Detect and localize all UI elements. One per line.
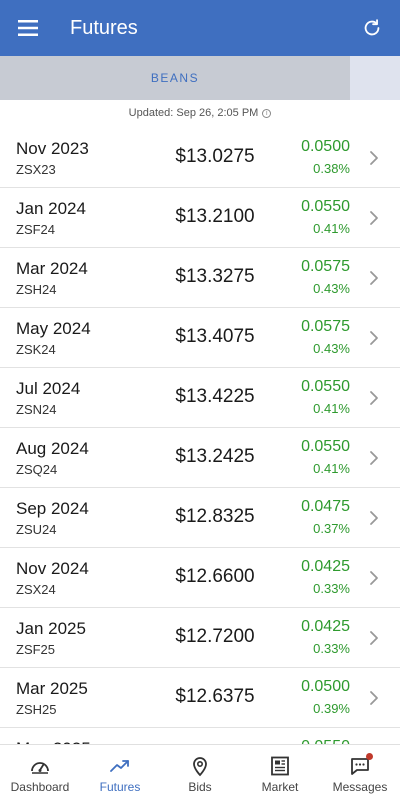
price-change-percent: 0.43% xyxy=(313,281,350,296)
contract-month: Nov 2023 xyxy=(16,139,89,158)
contract-month: Jan 2024 xyxy=(16,199,86,218)
contract-price: $13.4075 xyxy=(175,326,255,347)
price-change: 0.0500 xyxy=(301,138,350,155)
commodity-tab-strip: BEANS xyxy=(0,56,400,100)
contract-month: Sep 2024 xyxy=(16,499,89,518)
chevron-right-icon xyxy=(370,211,378,225)
contract-symbol: ZSQ24 xyxy=(16,462,58,477)
price-change: 0.0550 xyxy=(301,198,350,215)
contract-symbol: ZSX23 xyxy=(16,162,56,177)
nav-futures[interactable]: Futures xyxy=(80,745,160,800)
price-change-percent: 0.41% xyxy=(313,401,350,416)
nav-bids-label: Bids xyxy=(188,780,212,794)
contract-price: $13.2100 xyxy=(175,206,255,227)
futures-row[interactable]: Mar 2025 ZSH25 $12.6375 0.0500 0.39% xyxy=(0,668,400,728)
hamburger-menu-icon[interactable] xyxy=(0,0,56,56)
futures-row[interactable]: Sep 2024 ZSU24 $12.8325 0.0475 0.37% xyxy=(0,488,400,548)
nav-futures-label: Futures xyxy=(99,780,141,794)
contract-month: Jan 2025 xyxy=(16,619,86,638)
page-title: Futures xyxy=(70,16,138,39)
futures-row[interactable]: Jan 2025 ZSF25 $12.7200 0.0425 0.33% xyxy=(0,608,400,668)
map-pin-icon xyxy=(193,757,207,777)
contract-symbol: ZSK24 xyxy=(16,342,56,357)
price-change-percent: 0.37% xyxy=(313,521,350,536)
futures-row[interactable]: Jan 2024 ZSF24 $13.2100 0.0550 0.41% xyxy=(0,188,400,248)
price-change: 0.0550 xyxy=(301,378,350,395)
info-icon[interactable]: i xyxy=(262,108,272,118)
nav-dashboard[interactable]: Dashboard xyxy=(0,745,80,800)
contract-symbol: ZSF25 xyxy=(16,642,56,657)
nav-market[interactable]: Market xyxy=(240,745,320,800)
futures-row[interactable]: Mar 2024 ZSH24 $13.3275 0.0575 0.43% xyxy=(0,248,400,308)
contract-symbol: ZSH24 xyxy=(16,282,57,297)
contract-symbol: ZSU24 xyxy=(16,522,57,537)
contract-price: $12.8325 xyxy=(175,506,255,527)
price-change-percent: 0.33% xyxy=(313,641,350,656)
nav-market-label: Market xyxy=(261,780,299,794)
contract-price: $13.4225 xyxy=(175,386,255,407)
price-change-percent: 0.41% xyxy=(313,221,350,236)
chevron-right-icon xyxy=(370,691,378,705)
contract-price: $12.6600 xyxy=(175,566,255,587)
chevron-right-icon xyxy=(370,511,378,525)
trend-up-icon xyxy=(110,760,129,772)
price-change-percent: 0.38% xyxy=(313,161,350,176)
contract-month: Jul 2024 xyxy=(16,379,81,398)
tab-beans[interactable]: BEANS xyxy=(0,56,350,100)
nav-bids[interactable]: Bids xyxy=(160,745,240,800)
price-change: 0.0575 xyxy=(301,318,350,335)
contract-month: Nov 2024 xyxy=(16,559,89,578)
nav-messages[interactable]: Messages xyxy=(320,745,400,800)
price-change: 0.0575 xyxy=(301,258,350,275)
price-change: 0.0475 xyxy=(301,498,350,515)
contract-month: May 2024 xyxy=(16,319,91,338)
futures-row[interactable]: Nov 2023 ZSX23 $13.0275 0.0500 0.38% xyxy=(0,128,400,188)
nav-messages-label: Messages xyxy=(332,780,388,794)
futures-row[interactable]: Nov 2024 ZSX24 $12.6600 0.0425 0.33% xyxy=(0,548,400,608)
contract-price: $13.2425 xyxy=(175,446,255,467)
newspaper-icon xyxy=(271,756,289,776)
price-change-percent: 0.33% xyxy=(313,581,350,596)
futures-row[interactable]: May 2024 ZSK24 $13.4075 0.0575 0.43% xyxy=(0,308,400,368)
contract-month: Mar 2024 xyxy=(16,259,88,278)
price-change: 0.0425 xyxy=(301,558,350,575)
futures-list: Nov 2023 ZSX23 $13.0275 0.0500 0.38% Jan 2024… xyxy=(0,128,400,744)
contract-symbol: ZSN24 xyxy=(16,402,57,417)
contract-symbol: ZSF24 xyxy=(16,222,56,237)
futures-row[interactable]: May 20250.0550 xyxy=(0,728,400,744)
contract-price: $13.0275 xyxy=(175,146,255,167)
price-change: 0.0500 xyxy=(301,678,350,695)
chevron-right-icon xyxy=(370,391,378,405)
contract-price: $12.6375 xyxy=(175,686,255,707)
chevron-right-icon xyxy=(370,451,378,465)
contract-month: Mar 2025 xyxy=(16,679,88,698)
price-change-percent: 0.39% xyxy=(313,701,350,716)
app-bar: Futures xyxy=(0,0,400,56)
chevron-right-icon xyxy=(370,571,378,585)
futures-row[interactable]: Aug 2024 ZSQ24 $13.2425 0.0550 0.41% xyxy=(0,428,400,488)
tab-scroll-area[interactable] xyxy=(350,56,400,100)
updated-text: Updated: Sep 26, 2:05 PM xyxy=(128,107,259,119)
bottom-navigation: Dashboard Futures Bids Market Messages xyxy=(0,744,400,800)
updated-timestamp: Updated: Sep 26, 2:05 PM i xyxy=(0,104,400,122)
contract-month: Aug 2024 xyxy=(16,439,89,458)
futures-row[interactable]: Jul 2024 ZSN24 $13.4225 0.0550 0.41% xyxy=(0,368,400,428)
nav-dashboard-label: Dashboard xyxy=(10,780,70,794)
speedometer-icon xyxy=(31,762,49,774)
price-change-percent: 0.43% xyxy=(313,341,350,356)
messages-badge xyxy=(366,753,373,760)
contract-symbol: ZSX24 xyxy=(16,582,56,597)
contract-price: $13.3275 xyxy=(175,266,255,287)
contract-price: $12.7200 xyxy=(175,626,255,647)
chevron-right-icon xyxy=(370,331,378,345)
chevron-right-icon xyxy=(370,631,378,645)
price-change-percent: 0.41% xyxy=(313,461,350,476)
price-change: 0.0425 xyxy=(301,618,350,635)
chevron-right-icon xyxy=(370,271,378,285)
price-change: 0.0550 xyxy=(301,438,350,455)
chevron-right-icon xyxy=(370,151,378,165)
contract-symbol: ZSH25 xyxy=(16,702,57,717)
refresh-icon[interactable] xyxy=(344,0,400,56)
